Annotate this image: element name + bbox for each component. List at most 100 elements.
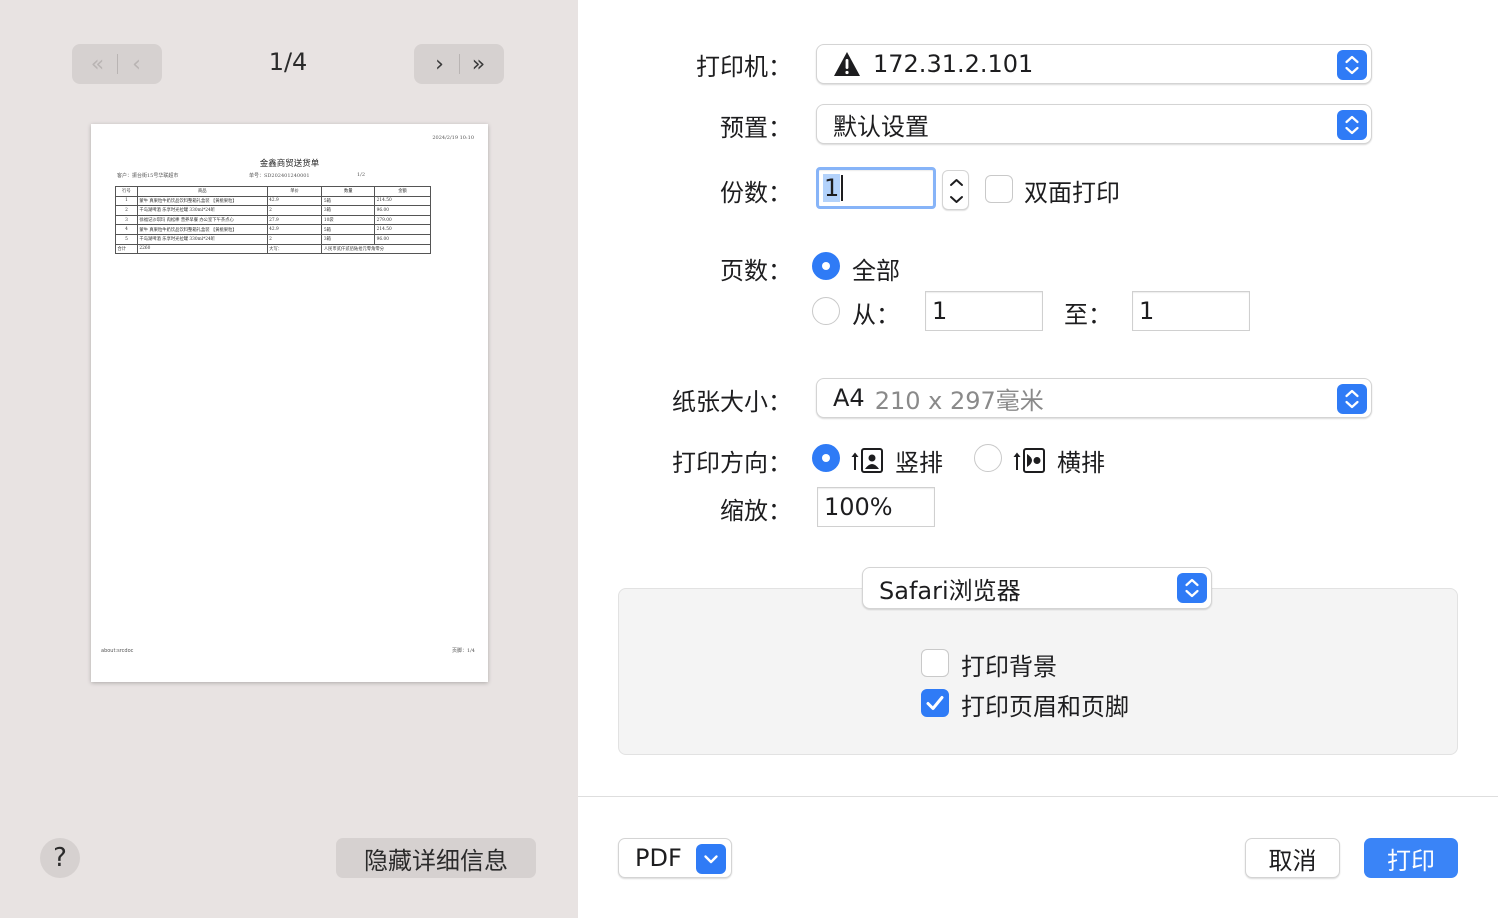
doc-timestamp: 2024/2/19 10:10 — [432, 135, 474, 141]
table-cell: 2 — [266, 205, 323, 216]
nav-separator — [116, 54, 118, 74]
pdf-label: PDF — [635, 844, 682, 872]
presets-label: 预置： — [720, 114, 792, 142]
copies-value: 1 — [823, 174, 841, 202]
table-cell: 5箱 — [321, 224, 376, 235]
pages-to-label: 至： — [1064, 301, 1112, 329]
pages-range-radio[interactable] — [812, 297, 840, 325]
presets-select[interactable]: 默认设置 — [816, 104, 1372, 144]
next-page-icon[interactable]: › — [425, 52, 455, 77]
pages-all-label: 全部 — [852, 257, 900, 285]
cancel-button[interactable]: 取消 — [1245, 838, 1340, 878]
last-page-icon[interactable]: » — [464, 52, 494, 77]
printer-value: 172.31.2.101 — [873, 50, 1034, 78]
printer-select[interactable]: 172.31.2.101 — [816, 44, 1372, 84]
pages-to-input[interactable]: 1 — [1132, 291, 1250, 331]
warning-icon — [833, 51, 861, 77]
paper-size-select[interactable]: A4 210 x 297毫米 — [816, 378, 1372, 418]
table-cell: 27.9 — [266, 214, 323, 226]
table-cell: 徐福记沙琪玛 肉松棒 营养早餐 办公室下午茶点心 — [136, 214, 268, 226]
paper-size-value: A4 — [833, 384, 865, 412]
copies-label: 份数： — [720, 179, 792, 207]
orientation-portrait-radio[interactable] — [812, 444, 840, 472]
table-cell: 合计 — [115, 243, 138, 255]
print-headers-footers-label: 打印页眉和页脚 — [961, 693, 1129, 721]
table-cell: 1 — [115, 195, 138, 207]
doc-table-header-cell: 行号 — [115, 186, 138, 197]
previous-page-buttons[interactable]: « ‹ — [72, 44, 162, 84]
previous-page-icon[interactable]: ‹ — [122, 52, 152, 77]
table-cell: 2260 — [136, 243, 268, 255]
chevron-down-icon — [696, 844, 726, 874]
doc-page: 1/2 — [357, 172, 366, 178]
up-down-chevron-icon — [1337, 110, 1367, 140]
table-cell: 千岛湖啤酒 乐享时光拉罐 330ml*24听 — [136, 205, 268, 216]
pages-from-label: 从： — [852, 301, 900, 329]
orientation-landscape-radio[interactable] — [974, 444, 1002, 472]
landscape-icon — [1013, 448, 1045, 473]
print-backgrounds-checkbox[interactable] — [921, 649, 949, 677]
up-down-chevron-icon — [1337, 384, 1367, 414]
table-cell: 5 — [115, 233, 138, 245]
table-cell: 42.9 — [266, 195, 323, 207]
duplex-checkbox[interactable] — [985, 175, 1013, 203]
footer-divider — [578, 796, 1498, 797]
table-cell: 4 — [115, 224, 138, 235]
hide-details-button[interactable]: 隐藏详细信息 — [336, 838, 536, 878]
print-button[interactable]: 打印 — [1364, 838, 1458, 878]
doc-footer-right: 页脚：1/4 — [451, 648, 475, 654]
table-cell: 96.00 — [374, 205, 431, 216]
doc-table-header-cell: 数量 — [321, 186, 376, 197]
table-cell: 42.9 — [266, 224, 323, 235]
orientation-label: 打印方向： — [672, 449, 792, 477]
table-row: 3 徐福记沙琪玛 肉松棒 营养早餐 办公室下午茶点心 27.9 10袋 279.… — [115, 214, 431, 226]
table-total-row: 合计 2260 大写： 人民币贰仟贰佰陆拾元零角零分 — [115, 243, 431, 255]
table-cell: 279.00 — [374, 214, 431, 226]
doc-title: 金鑫商贸送货单 — [259, 159, 320, 169]
duplex-label: 双面打印 — [1024, 179, 1120, 207]
orientation-landscape-label: 横排 — [1057, 449, 1105, 477]
table-cell: 214.50 — [374, 224, 431, 235]
table-cell: 214.50 — [374, 195, 431, 207]
first-page-icon[interactable]: « — [83, 52, 113, 77]
print-headers-footers-checkbox[interactable] — [921, 689, 949, 717]
pages-from-input[interactable]: 1 — [925, 291, 1043, 331]
copies-stepper[interactable] — [942, 170, 969, 210]
table-cell: 蒙牛 真果粒牛奶饮品饮料整箱礼盒装 【黄桃果粒】 — [136, 224, 268, 235]
up-down-chevron-icon — [1337, 50, 1367, 80]
doc-footer-left: about:srcdoc — [101, 648, 134, 654]
portrait-icon — [851, 448, 883, 473]
table-cell: 千岛湖啤酒 乐享时光拉罐 330ml*24听 — [136, 233, 268, 245]
pages-all-radio[interactable] — [812, 252, 840, 280]
copies-input[interactable]: 1 — [816, 167, 936, 209]
paper-size-label: 纸张大小： — [672, 388, 792, 416]
doc-table-header: 行号 商品 单价 数量 金额 — [115, 186, 431, 197]
text-caret — [841, 175, 843, 201]
checkmark-icon — [926, 695, 943, 710]
table-cell: 5箱 — [321, 195, 376, 207]
page-indicator: 1/4 — [268, 48, 308, 76]
stepper-arrows-icon — [950, 179, 963, 203]
orientation-portrait-label: 竖排 — [895, 449, 943, 477]
table-cell: 2 — [266, 233, 323, 245]
paper-size-detail: 210 x 297毫米 — [874, 386, 1044, 415]
table-row: 2 千岛湖啤酒 乐享时光拉罐 330ml*24听 2 3箱 96.00 — [115, 205, 431, 216]
doc-table: 行号 商品 单价 数量 金额 1 蒙牛 真果粒牛奶饮品饮料整箱礼盒装 【黄桃果粒… — [115, 186, 431, 255]
help-button[interactable]: ? — [40, 838, 80, 878]
app-section-select[interactable]: Safari浏览器 — [862, 567, 1212, 609]
table-cell: 3箱 — [321, 233, 376, 245]
doc-table-header-cell: 单价 — [266, 186, 323, 197]
scale-label: 缩放： — [720, 497, 792, 525]
table-cell: 大写： — [266, 243, 323, 255]
table-cell: 3 — [115, 214, 138, 226]
up-down-chevron-icon — [1177, 573, 1207, 603]
next-page-buttons[interactable]: › » — [414, 44, 504, 84]
scale-input[interactable]: 100% — [817, 487, 935, 527]
pages-label: 页数： — [720, 257, 792, 285]
table-row: 1 蒙牛 真果粒牛奶饮品饮料整箱礼盒装 【黄桃果粒】 42.9 5箱 214.5… — [115, 195, 431, 207]
presets-value: 默认设置 — [833, 112, 929, 141]
nav-separator — [458, 54, 460, 74]
table-row: 4 蒙牛 真果粒牛奶饮品饮料整箱礼盒装 【黄桃果粒】 42.9 5箱 214.5… — [115, 224, 431, 235]
doc-order-no: 单号：SD202401240001 — [249, 173, 310, 179]
pdf-menu-button[interactable]: PDF — [618, 838, 732, 878]
